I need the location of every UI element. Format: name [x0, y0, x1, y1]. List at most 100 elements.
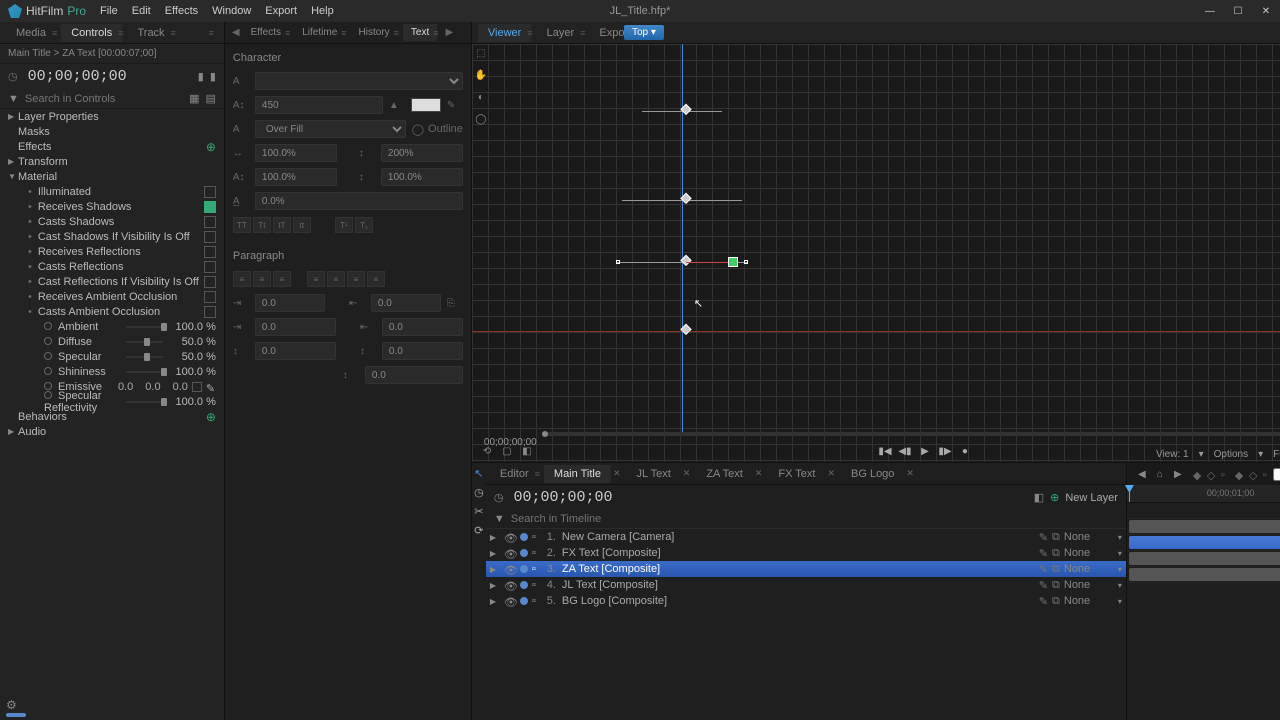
options-menu[interactable]: Options: [1210, 449, 1252, 460]
checkbox[interactable]: [204, 261, 216, 273]
eyedropper-icon[interactable]: ✎: [447, 100, 463, 111]
search-input[interactable]: [25, 93, 183, 105]
blend-mode[interactable]: None: [1064, 595, 1114, 607]
superscript[interactable]: T¹: [335, 217, 353, 233]
kf-3-icon[interactable]: ▫: [1221, 469, 1231, 479]
zoom-tool-icon[interactable]: ◯: [474, 114, 488, 128]
tab-viewer[interactable]: Viewer: [478, 24, 531, 42]
visibility-icon[interactable]: 👁: [504, 580, 516, 590]
minimize-button[interactable]: —: [1200, 6, 1220, 17]
layer-color-icon[interactable]: [520, 549, 528, 557]
leading[interactable]: [255, 168, 337, 186]
timeline-search[interactable]: [511, 513, 1118, 525]
tab-bg-logo[interactable]: BG Logo: [841, 465, 904, 483]
hand-tool-icon[interactable]: ✋: [474, 70, 488, 84]
align-tt3[interactable]: tT: [273, 217, 291, 233]
tl-home-icon[interactable]: ⌂: [1153, 469, 1167, 480]
slider-label[interactable]: Ambient: [58, 321, 98, 333]
menu-effects[interactable]: Effects: [165, 5, 198, 17]
layer-color-icon[interactable]: [520, 533, 528, 541]
mask-mode-icon[interactable]: ◧: [1034, 491, 1044, 504]
tl-prev-icon[interactable]: ◀: [1135, 469, 1149, 480]
link-icon[interactable]: ⎘: [447, 298, 463, 309]
layer-lock-icon[interactable]: ▫: [532, 531, 542, 543]
full-menu[interactable]: Full: [1269, 449, 1280, 460]
color-swatch[interactable]: [411, 98, 441, 112]
tl-zoom-slider[interactable]: [4, 712, 1276, 718]
loop-icon[interactable]: ⟲: [480, 446, 494, 460]
blend-mode[interactable]: None: [1064, 531, 1114, 543]
kf-4-icon[interactable]: ◆: [1235, 469, 1245, 479]
layer-properties[interactable]: Layer Properties: [18, 111, 216, 123]
green-handle[interactable]: [728, 257, 738, 267]
list-view-icon[interactable]: ▦: [189, 92, 199, 105]
transform[interactable]: Transform: [18, 156, 216, 168]
tab-text[interactable]: Text: [403, 24, 437, 41]
tab-controls[interactable]: Controls: [61, 24, 122, 42]
menu-help[interactable]: Help: [311, 5, 334, 17]
layer-name[interactable]: JL Text [Composite]: [560, 579, 1035, 591]
orbit-tool-icon[interactable]: ◐: [474, 92, 488, 106]
menu-file[interactable]: File: [100, 5, 118, 17]
layer-lock-icon[interactable]: ▫: [532, 595, 542, 607]
leading2[interactable]: [381, 168, 463, 186]
expand-icon[interactable]: ▶: [490, 581, 500, 590]
kf-2-icon[interactable]: ◇: [1207, 469, 1217, 479]
checkbox[interactable]: [204, 276, 216, 288]
tab-history[interactable]: History: [351, 24, 398, 41]
effects-row[interactable]: Effects: [18, 141, 206, 153]
checkbox[interactable]: [204, 201, 216, 213]
masks[interactable]: Masks: [18, 126, 216, 138]
playhead[interactable]: [1129, 485, 1130, 502]
arrow-tool-icon[interactable]: ↖: [474, 467, 483, 480]
space-before[interactable]: [255, 342, 336, 360]
layer-lock-icon[interactable]: ▫: [532, 547, 542, 559]
slider-value[interactable]: 50.0 %: [171, 351, 216, 363]
layer-color-icon[interactable]: [520, 565, 528, 573]
visibility-icon[interactable]: 👁: [504, 596, 516, 606]
baseline[interactable]: [255, 192, 463, 210]
slider[interactable]: [126, 326, 163, 328]
tab-main-title[interactable]: Main Title: [544, 465, 611, 483]
indent-left[interactable]: [255, 294, 325, 312]
layer-lock-icon[interactable]: ▫: [532, 563, 542, 575]
add-icon[interactable]: ⊕: [1050, 491, 1059, 504]
layer-name[interactable]: FX Text [Composite]: [560, 547, 1035, 559]
align-right[interactable]: ≡: [273, 271, 291, 287]
viewer-scrubber[interactable]: [542, 432, 1280, 436]
timeline-ruler[interactable]: 00;00;01;00 00;00;02;00 00;00;03;00 00;0…: [1127, 485, 1280, 503]
new-layer-button[interactable]: New Layer: [1065, 492, 1118, 504]
expand-icon[interactable]: ▶: [490, 549, 500, 558]
align-tt4[interactable]: tt: [293, 217, 311, 233]
checkbox[interactable]: [204, 231, 216, 243]
record-icon[interactable]: ●: [958, 446, 972, 460]
align-center[interactable]: ≡: [253, 271, 271, 287]
justify-center[interactable]: ≡: [327, 271, 345, 287]
nav-prev-icon[interactable]: ◀: [229, 27, 243, 38]
clip-za[interactable]: [1129, 536, 1280, 549]
layer-name[interactable]: ZA Text [Composite]: [560, 563, 1035, 575]
visibility-icon[interactable]: 👁: [504, 564, 516, 574]
value-graph-check[interactable]: [1273, 468, 1280, 481]
dropdown-icon[interactable]: ▾: [1118, 549, 1122, 558]
slider-label[interactable]: Diffuse: [58, 336, 92, 348]
kf-6-icon[interactable]: ▫: [1263, 469, 1273, 479]
color-picker-icon[interactable]: [192, 382, 202, 392]
link-icon[interactable]: ⧉: [1052, 579, 1060, 592]
subscript[interactable]: T₁: [355, 217, 373, 233]
editor-timecode[interactable]: 00;00;00;00: [514, 489, 613, 506]
slider-value[interactable]: 50.0 %: [171, 336, 216, 348]
blend-mode[interactable]: None: [1064, 563, 1114, 575]
close-button[interactable]: ✕: [1256, 6, 1276, 17]
step-back-icon[interactable]: ◀▮: [898, 446, 912, 460]
clip-fx[interactable]: [1129, 520, 1280, 533]
kf-1-icon[interactable]: ◆: [1193, 469, 1203, 479]
align-left[interactable]: ≡: [233, 271, 251, 287]
tab-lifetime[interactable]: Lifetime: [294, 24, 345, 41]
behaviors[interactable]: Behaviors: [18, 411, 206, 423]
edit-icon[interactable]: ✎: [1039, 531, 1048, 544]
align-tt[interactable]: TT: [233, 217, 251, 233]
material-item[interactable]: Illuminated: [38, 186, 204, 198]
slider-label[interactable]: Specular: [58, 351, 101, 363]
visibility-icon[interactable]: 👁: [504, 532, 516, 542]
